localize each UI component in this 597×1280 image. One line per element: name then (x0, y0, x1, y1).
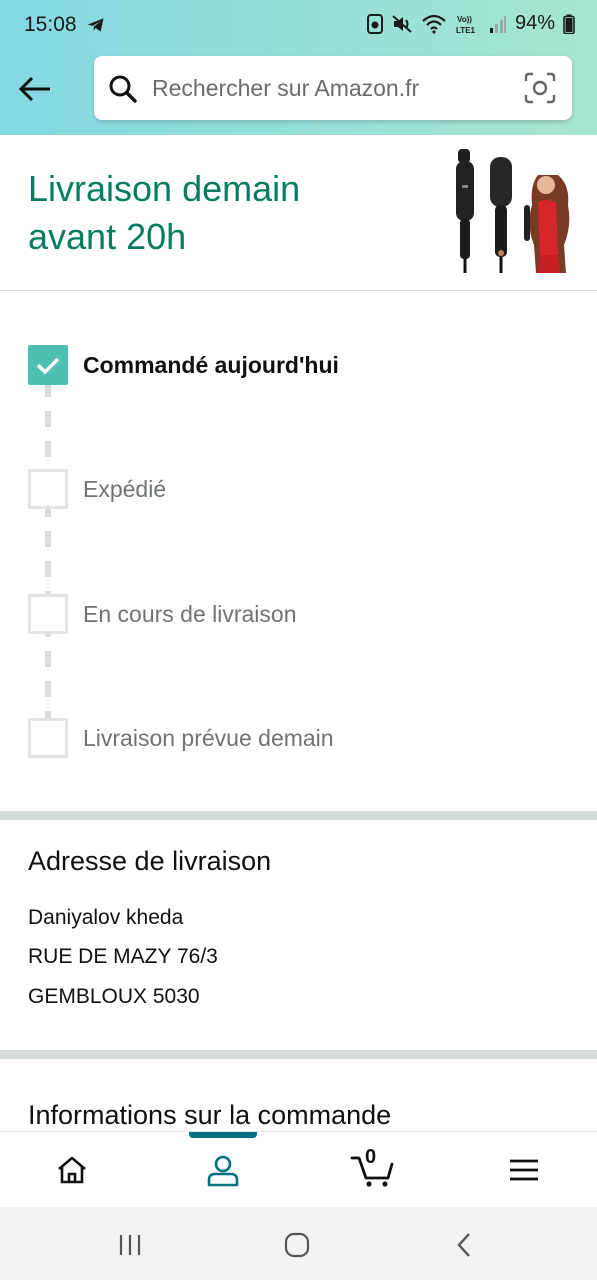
tracker-step-label: Expédié (83, 475, 167, 502)
bottom-nav-bar: 0 (0, 1131, 597, 1207)
tracker-step-expected-delivery: Livraison prévue demain (28, 718, 334, 758)
nav-cart[interactable]: 0 (348, 1146, 398, 1192)
battery-percent: 94% (514, 12, 555, 34)
sim-card-icon (366, 13, 383, 34)
signal-icon (489, 15, 506, 33)
back-button[interactable] (14, 68, 56, 110)
checkmark-icon (36, 357, 60, 375)
account-icon (207, 1155, 239, 1187)
search-input[interactable] (152, 56, 512, 120)
tracker-step-label: Livraison prévue demain (83, 724, 334, 751)
mute-icon (392, 14, 412, 33)
home-icon (58, 1156, 86, 1184)
status-bar: 15:08 Vo)) LTE1 94% (0, 0, 597, 52)
tracker-step-ordered: Commandé aujourd'hui (28, 345, 339, 385)
delivery-title: Livraison demain avant 20h (28, 168, 301, 257)
search-bar[interactable] (94, 56, 572, 120)
address-city: GEMBLOUX 5030 (28, 985, 200, 1008)
recent-apps-icon (119, 1235, 141, 1255)
battery-icon (563, 14, 575, 34)
volte-icon: Vo)) LTE1 (456, 15, 476, 35)
system-nav-bar (0, 1207, 597, 1280)
home-circle-icon (284, 1232, 310, 1258)
address-street: RUE DE MAZY 76/3 (28, 945, 218, 968)
tracker-step-label: En cours de livraison (83, 600, 297, 627)
status-time: 15:08 (24, 13, 77, 36)
checkbox-empty-icon (28, 594, 68, 634)
status-icons: Vo)) LTE1 94% (366, 12, 575, 35)
shipment-tracker: Commandé aujourd'hui Expédié En cours de… (0, 291, 597, 811)
tracker-step-shipped: Expédié (28, 469, 166, 509)
tracker-connector-line (45, 381, 51, 721)
wifi-icon (422, 14, 446, 34)
address-name: Daniyalov kheda (28, 906, 184, 929)
menu-icon (510, 1159, 538, 1181)
volte-label-bottom: LTE1 (456, 26, 476, 35)
active-tab-indicator (189, 1132, 257, 1138)
address-heading: Adresse de livraison (28, 846, 272, 876)
tracker-step-out-for-delivery: En cours de livraison (28, 594, 297, 634)
product-image[interactable] (446, 145, 574, 273)
back-system-button[interactable] (446, 1227, 482, 1263)
checkbox-empty-icon (28, 469, 68, 509)
search-icon (109, 75, 137, 103)
tracker-step-label: Commandé aujourd'hui (83, 351, 339, 378)
cart-count: 0 (365, 1146, 377, 1168)
section-divider (0, 1050, 597, 1059)
home-system-button[interactable] (279, 1227, 315, 1263)
nav-menu[interactable] (502, 1148, 546, 1192)
nav-account[interactable] (201, 1148, 245, 1192)
camera-scan-icon[interactable] (524, 72, 556, 104)
checkbox-checked-icon (28, 345, 68, 385)
nav-home[interactable] (50, 1148, 94, 1192)
arrow-left-icon (18, 76, 50, 102)
top-header: 15:08 Vo)) LTE1 94% Rechercher sur Amazo… (0, 0, 597, 135)
chevron-left-icon (457, 1233, 470, 1257)
checkbox-empty-icon (28, 718, 68, 758)
recent-apps-button[interactable] (112, 1227, 148, 1263)
section-divider (0, 811, 597, 820)
order-info-heading: Informations sur la commande (28, 1100, 392, 1130)
delivery-header: Livraison demain avant 20h (0, 135, 597, 291)
volte-label-top: Vo)) (457, 15, 472, 24)
telegram-icon (87, 18, 104, 32)
